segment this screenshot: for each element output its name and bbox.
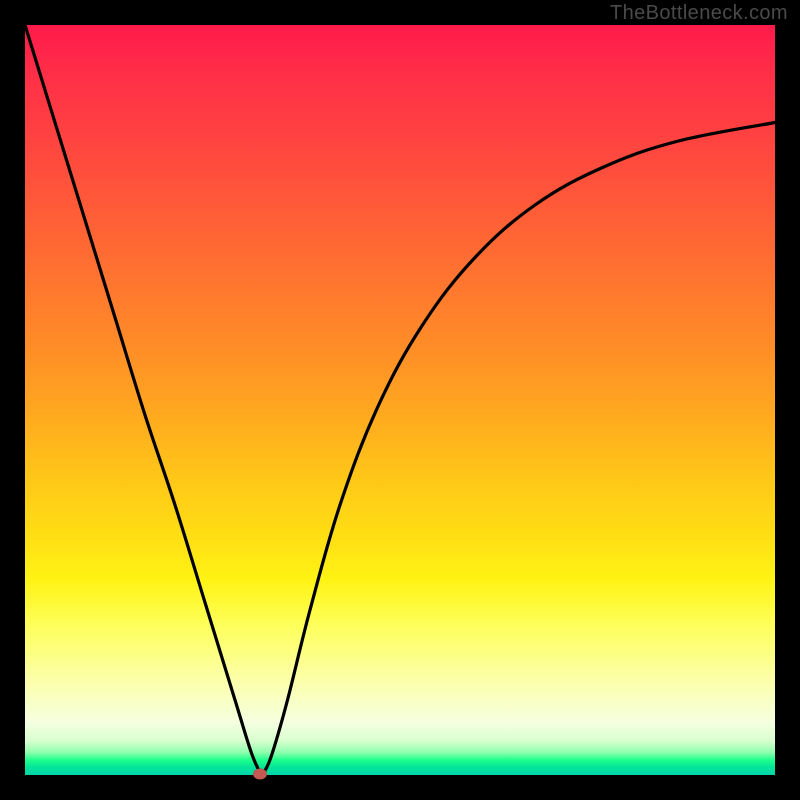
minimum-marker <box>253 768 267 779</box>
chart-frame: TheBottleneck.com <box>0 0 800 800</box>
curve-svg <box>25 25 775 775</box>
plot-area <box>25 25 775 775</box>
curve-path <box>25 25 775 773</box>
watermark-text: TheBottleneck.com <box>610 2 788 25</box>
